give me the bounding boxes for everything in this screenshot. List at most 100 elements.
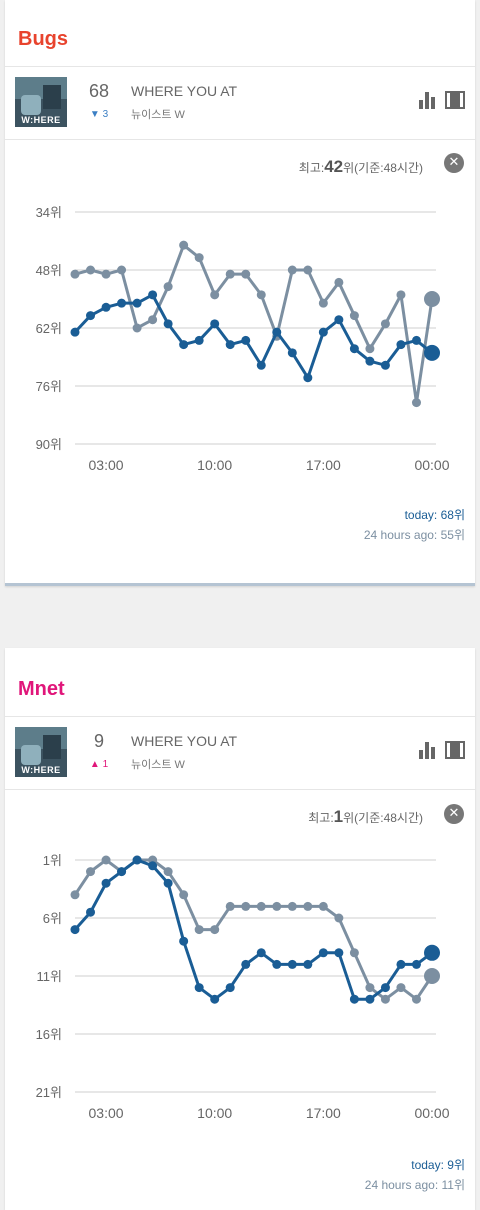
x-tick-label: 00:00: [414, 1105, 449, 1121]
video-icon[interactable]: [445, 91, 465, 109]
data-point: [334, 315, 344, 325]
best-rank-value: 42: [324, 157, 344, 176]
y-tick-label: 11위: [37, 969, 62, 984]
data-point: [225, 340, 235, 350]
song-row[interactable]: W:HERE 9 ▲ 1 WHERE YOU AT 뉴이스트 W: [5, 716, 475, 790]
chart-icon[interactable]: [418, 741, 436, 759]
series-endpoint: [424, 944, 440, 961]
data-point: [334, 913, 344, 923]
chart-icon[interactable]: [418, 91, 436, 109]
y-tick-label: 62위: [36, 321, 62, 336]
data-point: [117, 867, 127, 877]
song-row[interactable]: W:HERE 68 ▼ 3 WHERE YOU AT 뉴이스트 W: [5, 66, 475, 140]
data-point: [411, 994, 421, 1004]
data-point: [241, 901, 251, 911]
series-line: [74, 243, 434, 405]
y-tick-label: 90위: [36, 437, 62, 452]
legend-today: today: 9위: [411, 1158, 465, 1172]
data-point: [225, 983, 235, 993]
data-point: [241, 335, 251, 345]
data-point: [365, 356, 375, 366]
data-point: [287, 348, 297, 358]
rank-line-chart: 1위 6위 11위 16위 21위 03:00 10:00 17:00 00:00: [36, 853, 450, 1121]
album-art[interactable]: W:HERE: [15, 727, 67, 777]
data-point: [272, 327, 282, 337]
x-tick-label: 10:00: [197, 457, 232, 473]
data-point: [101, 302, 111, 312]
data-point: [210, 994, 220, 1004]
data-point: [256, 360, 266, 370]
album-art-text: W:HERE: [21, 765, 61, 775]
data-point: [101, 878, 111, 888]
data-point: [411, 335, 421, 345]
data-point: [256, 901, 266, 911]
data-point: [256, 948, 266, 958]
rank-change-arrow: ▼: [89, 109, 100, 120]
data-point: [210, 319, 220, 329]
video-icon[interactable]: [445, 741, 465, 759]
data-point: [241, 959, 251, 969]
data-point: [210, 290, 220, 300]
data-point: [334, 277, 344, 287]
rank-number: 68: [88, 81, 110, 101]
data-point: [132, 298, 142, 308]
close-icon[interactable]: ✕: [444, 804, 464, 824]
data-point: [365, 994, 375, 1004]
artist-name[interactable]: 뉴이스트 W: [131, 106, 185, 122]
data-point: [349, 948, 359, 958]
data-point: [303, 959, 313, 969]
y-tick-label: 48위: [36, 263, 62, 278]
series-line: [73, 858, 434, 1001]
rank-change-value: 1: [102, 759, 109, 770]
rank-change: ▼ 3: [79, 109, 119, 120]
album-art[interactable]: W:HERE: [15, 77, 67, 127]
y-tick-label: 21위: [36, 1085, 62, 1100]
mnet-chart-card: Mnet W:HERE 9 ▲ 1 WHERE YOU AT 뉴이스트 W 최고…: [5, 648, 475, 1210]
series-endpoint: [424, 968, 440, 984]
y-tick-label: 16위: [36, 1027, 62, 1042]
song-title[interactable]: WHERE YOU AT: [131, 733, 237, 749]
x-tick-label: 03:00: [89, 457, 124, 473]
data-point: [194, 335, 204, 345]
x-tick-label: 17:00: [306, 1105, 341, 1121]
y-tick-label: 34위: [36, 205, 62, 220]
close-icon[interactable]: ✕: [444, 153, 464, 173]
series-endpoint: [424, 291, 440, 307]
data-point: [86, 311, 96, 321]
data-point: [303, 901, 313, 911]
y-tick-label: 6위: [43, 911, 62, 926]
data-point: [132, 323, 142, 333]
data-point: [179, 890, 189, 900]
song-title[interactable]: WHERE YOU AT: [131, 83, 237, 99]
data-point: [163, 878, 173, 888]
data-point: [132, 855, 142, 865]
rank-change-value: 3: [102, 109, 109, 120]
data-point: [287, 265, 297, 275]
album-art-text: W:HERE: [21, 115, 61, 125]
data-point: [287, 901, 297, 911]
data-point: [303, 265, 313, 275]
data-point: [365, 344, 375, 354]
data-point: [179, 340, 189, 350]
data-point: [396, 983, 406, 993]
x-tick-label: 17:00: [306, 457, 341, 473]
data-point: [86, 265, 96, 275]
data-point: [210, 925, 220, 935]
data-point: [396, 340, 406, 350]
chart-legend: today: 9위 24 hours ago: 11위: [365, 1155, 465, 1195]
series-endpoint: [424, 344, 440, 361]
data-point: [287, 959, 297, 969]
data-point: [194, 925, 204, 935]
data-point: [334, 948, 344, 958]
legend-24h-ago: 24 hours ago: 55위: [363, 528, 465, 542]
data-point: [318, 327, 328, 337]
data-point: [101, 269, 111, 279]
data-point: [396, 290, 406, 300]
data-point: [70, 925, 80, 935]
artist-name[interactable]: 뉴이스트 W: [131, 756, 185, 772]
data-point: [179, 936, 189, 946]
data-point: [272, 959, 282, 969]
brand-title: Bugs: [18, 28, 68, 50]
legend-today: today: 68위: [404, 508, 465, 522]
x-tick-label: 10:00: [197, 1105, 232, 1121]
